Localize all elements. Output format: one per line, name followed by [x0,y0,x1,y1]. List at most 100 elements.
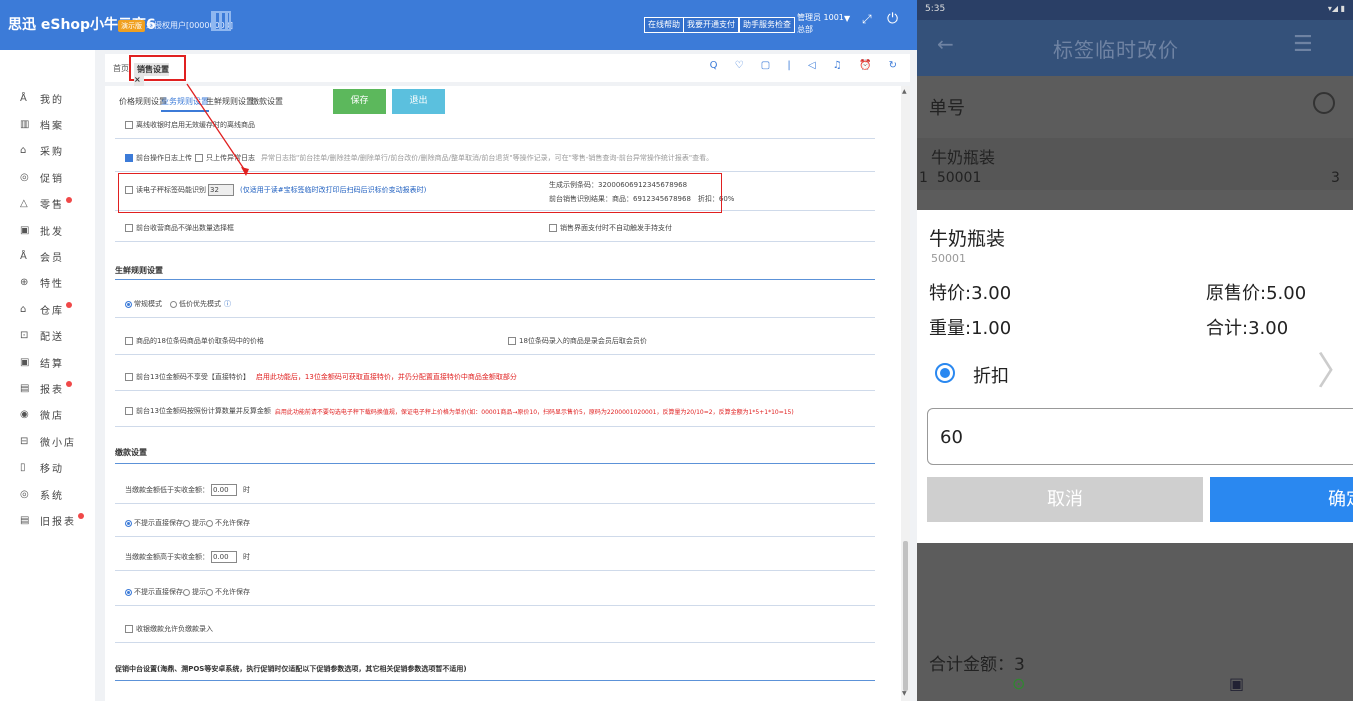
chevron-down-icon[interactable]: ▼ [844,14,850,23]
radio-low-price[interactable] [170,300,177,308]
setting-label: 前台操作日志上传 [136,154,192,162]
radio[interactable] [125,588,132,596]
retail-icon: △ [20,198,28,210]
scan-icon[interactable]: ⊙ [1012,674,1025,693]
sidebar-item[interactable]: ▤ 旧报表 [20,512,84,528]
radio[interactable] [125,519,132,527]
checkbox[interactable] [125,373,133,381]
checkbox[interactable] [125,625,133,633]
order-icon[interactable] [1313,92,1335,114]
close-icon[interactable]: × [134,75,141,84]
divider [115,317,875,318]
checkbox[interactable] [125,121,133,129]
special-price: 特价:3.00 [929,283,1012,304]
sidebar-item[interactable]: Å 会员 [20,248,64,264]
setting-pay-below-action[interactable]: 不提示直接保存 提示 不允许保存 [125,518,250,528]
setting-negative-payment[interactable]: 收银缴款允许负缴款录入 [125,624,213,634]
checkbox[interactable] [125,407,133,415]
setting-13-barcode-qty[interactable]: 前台13位金额码按照份计算数量并反算金额 启用此功能前请不要勾选电子秤下载码换值规… [125,406,794,416]
sidebar-item[interactable]: △ 零售 [20,196,72,212]
scroll-down-icon[interactable]: ▼ [902,690,907,697]
sidebar-item[interactable]: ⌂ 采购 [20,143,64,159]
help-icon[interactable]: ⓘ [224,299,231,309]
setting-offline-cache[interactable]: 离线收银时启用无效缓存时的离线商品 [125,120,255,130]
open-payment-button[interactable]: 我要开通支付 [683,17,739,33]
radio-normal[interactable] [125,300,132,308]
radio[interactable] [206,588,213,596]
discount-input[interactable]: 60 [927,408,1353,465]
setting-fresh-mode[interactable]: 常规模式 低价优先模式 ⓘ [125,299,231,309]
sidebar-item[interactable]: Å 我的 [20,90,64,106]
checkbox[interactable] [549,224,557,232]
setting-label: 前台13位金额码不享受【直接特价】 [136,373,250,381]
subtab-payment-settings[interactable]: 缴款设置 [251,96,283,107]
sidebar-item-label: 档案 [40,120,64,132]
setting-no-auto-handheld[interactable]: 销售界面支付时不自动触发手持支付 [549,223,672,233]
sidebar-item[interactable]: ▤ 报表 [20,380,72,396]
save-button[interactable]: 保存 [333,89,386,114]
setting-log-upload[interactable]: 前台操作日志上传 只上传异常日志 异常日志指"前台挂单/删除挂单/删除单行/前台改价… [125,153,713,163]
radio[interactable] [206,519,213,527]
radio[interactable] [183,519,190,527]
menu-icon[interactable]: ☰ [1293,32,1313,57]
sidebar-item[interactable]: ⊡ 配送 [20,328,64,344]
helper-check-button[interactable]: 助手服务检查 [739,17,795,33]
tab-sales-settings[interactable]: 销售设置 × [129,55,186,86]
sidebar-item[interactable]: ▥ 档案 [20,116,64,132]
scroll-up-icon[interactable]: ▲ [902,88,907,95]
ok-button[interactable]: 确定 [1210,477,1353,522]
sidebar-item[interactable]: ⊟ 微小店 [20,433,76,449]
scroll-thumb[interactable] [903,541,908,691]
sidebar-item[interactable]: ▣ 结算 [20,354,64,370]
pay-above-input[interactable]: 0.00 [211,551,237,563]
setting-18-barcode-price[interactable]: 商品的18位条码商品单价取条码中的价格 [125,336,264,346]
fullscreen-icon[interactable]: ⤢ [862,12,872,27]
qr-code-icon[interactable] [211,11,231,31]
exit-button[interactable]: 退出 [392,89,445,114]
admin-info[interactable]: 管理员 1001 总部 [797,12,844,36]
setting-no-qty-popup[interactable]: 前台收营商品不弹出数量选择框 [125,223,234,233]
vertical-scrollbar[interactable]: ▲ ▼ [901,86,910,701]
checkbox[interactable] [508,337,516,345]
subtab-business-rules[interactable]: 业务规则设置 [161,96,209,112]
total-amount: 合计金额：3 [929,655,1025,675]
back-arrow-icon[interactable]: ← [937,32,954,56]
wholesale-icon: ▣ [20,224,30,236]
setting-13-barcode-special[interactable]: 前台13位金额码不享受【直接特价】 启用此功能后，13位金额码可获取直接特价，并仍… [125,372,517,382]
radio-label: 不提示直接保存 [134,519,183,527]
page-title: 标签临时改价 [1053,38,1179,62]
tab-home[interactable]: 首页 [113,63,129,74]
save-icon[interactable]: ▣ [1229,674,1244,693]
checkbox[interactable] [125,337,133,345]
radio-label: 低价优先模式 [179,300,221,308]
radio-label: 提示 [192,519,206,527]
checkbox[interactable] [125,154,133,162]
sidebar-item[interactable]: ◎ 系统 [20,486,64,502]
sidebar-item[interactable]: ⌂ 仓库 [20,301,72,317]
report-icon: ▤ [20,382,30,394]
sidebar-item-label: 微店 [40,411,64,423]
pay-below-input[interactable]: 0.00 [211,484,237,496]
chevron-right-icon[interactable]: 〉 [1317,340,1353,395]
divider [115,680,875,681]
checkbox[interactable] [125,224,133,232]
sidebar-item[interactable]: ⊕ 特性 [20,275,64,291]
cancel-button[interactable]: 取消 [927,477,1203,522]
setting-label: 商品的18位条码商品单价取条码中的价格 [136,337,264,345]
checkbox[interactable] [195,154,203,162]
subtab-price-rules[interactable]: 价格规则设置 [119,96,167,107]
sidebar-item[interactable]: ◎ 促销 [20,169,64,185]
toolbar-icons[interactable]: Q ♡ ▢ | ◁ ♫ ⏰ ↻ [710,60,904,71]
power-icon[interactable]: ⏻ [887,11,898,27]
sidebar-item[interactable]: ◉ 微店 [20,407,64,423]
setting-pay-above-action[interactable]: 不提示直接保存 提示 不允许保存 [125,587,250,597]
sidebar-item[interactable]: ▯ 移动 [20,460,64,476]
list-item-qty: 3 [1331,170,1340,186]
radio[interactable] [183,588,190,596]
online-help-button[interactable]: 在线帮助 [644,17,684,33]
sidebar-item[interactable]: ▣ 批发 [20,222,64,238]
notification-dot [66,381,72,388]
setting-18-barcode-member[interactable]: 18位条码录入的商品是录会员后取会员价 [508,336,647,346]
subtab-fresh-rules[interactable]: 生鲜规则设置 [206,96,254,107]
discount-radio[interactable] [935,363,955,383]
